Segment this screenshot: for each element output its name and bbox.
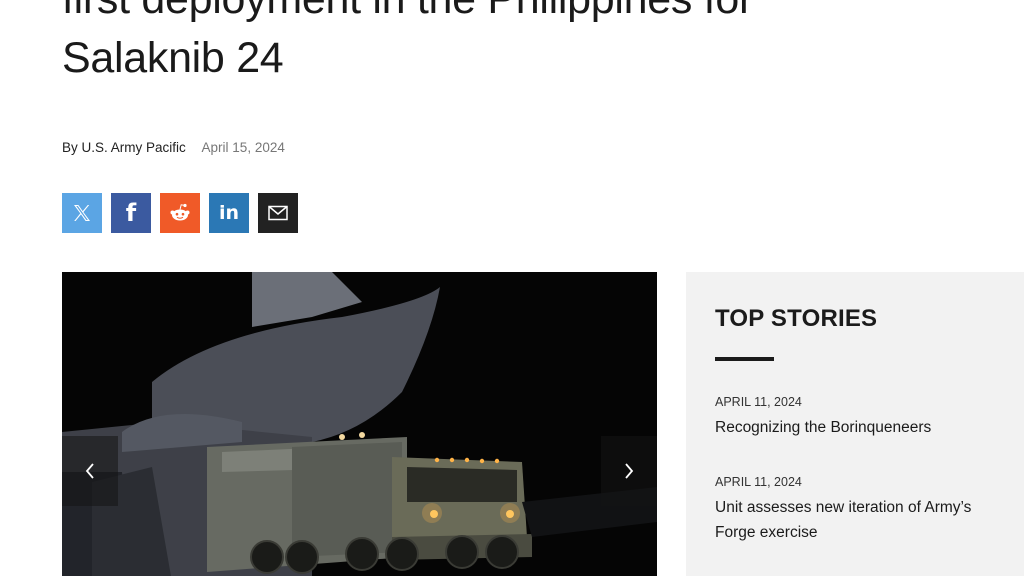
hero-image[interactable] xyxy=(62,272,657,576)
share-facebook-button[interactable]: f xyxy=(111,193,151,233)
linkedin-icon: in xyxy=(218,201,240,224)
author: By U.S. Army Pacific xyxy=(62,140,186,155)
share-x-button[interactable] xyxy=(62,193,102,233)
x-icon xyxy=(74,205,90,221)
title-underline xyxy=(715,357,774,361)
facebook-icon: f xyxy=(125,199,137,227)
story-title-link[interactable]: Recognizing the Borinqueneers xyxy=(715,415,1005,440)
carousel-prev-button[interactable] xyxy=(62,436,118,506)
top-stories-panel: TOP STORIES APRIL 11, 2024 Recognizing t… xyxy=(686,272,1024,576)
article-headline: first deployment in the Philippines for … xyxy=(62,0,962,88)
aircraft-cargo-photo xyxy=(62,272,657,576)
headline-line: Salaknib 24 xyxy=(62,34,284,82)
carousel-next-button[interactable] xyxy=(601,436,657,506)
story-date: APRIL 11, 2024 xyxy=(715,395,802,409)
publish-date: April 15, 2024 xyxy=(201,140,285,155)
chevron-right-icon xyxy=(625,463,634,479)
story-item: APRIL 11, 2024 Recognizing the Borinquen… xyxy=(715,395,1005,440)
headline-line: first deployment in the Philippines for xyxy=(62,0,962,29)
reddit-icon xyxy=(170,203,190,221)
byline: By U.S. Army Pacific April 15, 2024 xyxy=(62,140,285,155)
share-bar: f in xyxy=(62,193,298,233)
share-email-button[interactable] xyxy=(258,193,298,233)
story-title-link[interactable]: Unit assesses new iteration of Army’s Fo… xyxy=(715,495,1005,545)
top-stories-title: TOP STORIES xyxy=(715,305,878,332)
share-linkedin-button[interactable]: in xyxy=(209,193,249,233)
share-reddit-button[interactable] xyxy=(160,193,200,233)
email-icon xyxy=(268,205,288,221)
story-date: APRIL 11, 2024 xyxy=(715,475,802,489)
chevron-left-icon xyxy=(85,463,94,479)
story-item: APRIL 11, 2024 Unit assesses new iterati… xyxy=(715,475,1005,545)
